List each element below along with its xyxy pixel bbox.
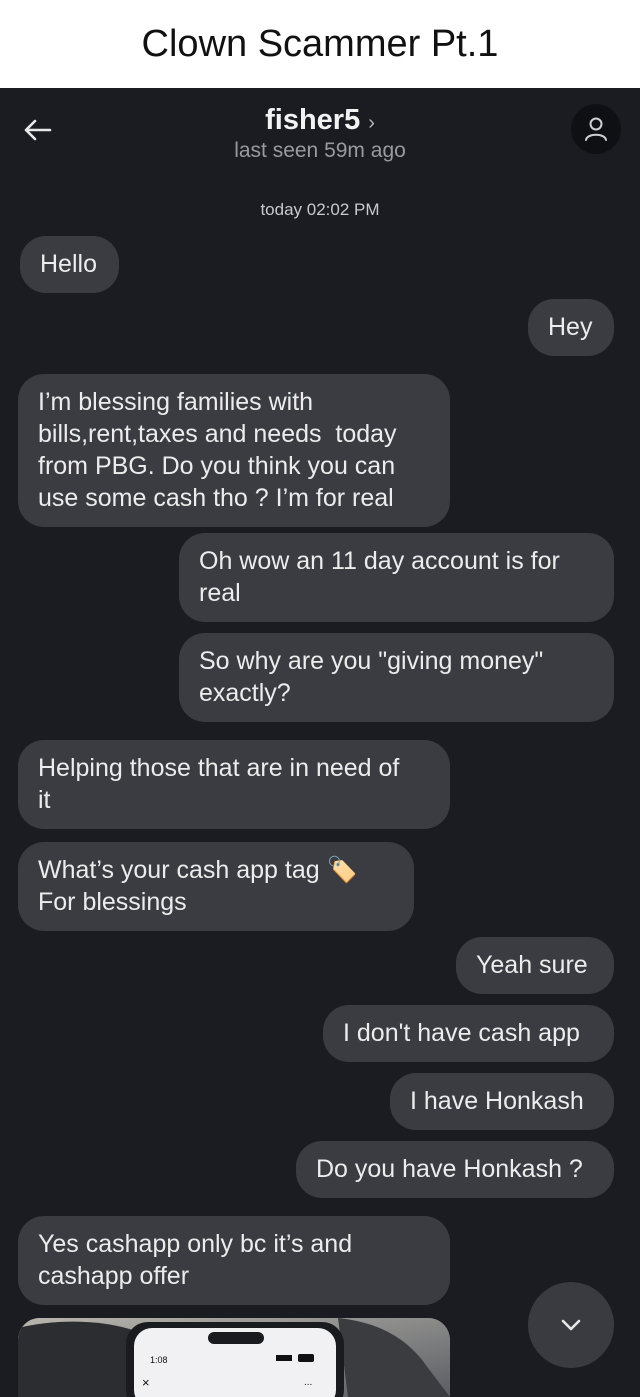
message-text: Yeah sure <box>476 951 588 979</box>
message-text: I have Honkash <box>410 1087 584 1115</box>
attachment-status-time: 1:08 <box>150 1355 168 1365</box>
message-sent[interactable]: Oh wow an 11 day account is for real <box>179 533 614 622</box>
message-sent[interactable]: I have Honkash <box>390 1073 614 1130</box>
username[interactable]: fisher5 <box>265 104 360 136</box>
message-received[interactable]: Yes cashapp only bc it’s and cashapp off… <box>18 1216 450 1305</box>
message-received[interactable]: I’m blessing families with bills,rent,ta… <box>18 374 450 527</box>
attachment-menu-glyph: ... <box>304 1377 312 1388</box>
user-icon[interactable] <box>571 104 621 154</box>
message-text: What’s your cash app tag 🏷️ <box>38 854 394 886</box>
chevron-right-icon: › <box>368 112 375 134</box>
message-text-line: For blessings <box>38 888 187 916</box>
attachment-close-glyph: × <box>142 1375 150 1390</box>
message-text: Helping those that are in need of it <box>38 754 400 814</box>
message-sent[interactable]: So why are you "giving money" exactly? <box>179 633 614 722</box>
message-sent[interactable]: Yeah sure <box>456 937 614 994</box>
message-received[interactable]: What’s your cash app tag 🏷️ For blessing… <box>18 842 414 931</box>
label-tag-emoji: 🏷️ <box>326 856 358 884</box>
message-text: I don't have cash app <box>343 1019 580 1047</box>
chevron-down-icon <box>561 1319 581 1331</box>
message-text: Oh wow an 11 day account is for real <box>199 547 560 607</box>
message-text: Hello <box>40 250 97 278</box>
message-received[interactable]: Hello <box>20 236 119 293</box>
message-text: Yes cashapp only bc it’s and cashapp off… <box>38 1230 353 1290</box>
message-text: I’m blessing families with bills,rent,ta… <box>38 388 397 512</box>
screenshot-caption: Clown Scammer Pt.1 <box>0 0 640 88</box>
scroll-down-button[interactable] <box>528 1282 614 1368</box>
message-sent[interactable]: I don't have cash app <box>323 1005 614 1062</box>
chat-header[interactable]: fisher5 › last seen 59m ago <box>0 104 640 163</box>
message-sent[interactable]: Do you have Honkash ? <box>296 1141 614 1198</box>
message-timestamp: today 02:02 PM <box>260 200 380 219</box>
message-sent[interactable]: Hey <box>528 299 614 356</box>
message-text-line: What’s your cash app tag <box>38 856 320 884</box>
chat-screen: fisher5 › last seen 59m ago today 02:02 P… <box>0 88 640 1397</box>
message-text: Do you have Honkash ? <box>316 1155 583 1183</box>
message-text: So why are you "giving money" exactly? <box>199 647 544 707</box>
last-seen-status: last seen 59m ago <box>234 139 406 162</box>
image-attachment[interactable]: 1:08 × ... <box>18 1318 450 1397</box>
message-text: Hey <box>548 313 593 341</box>
message-received[interactable]: Helping those that are in need of it <box>18 740 450 829</box>
